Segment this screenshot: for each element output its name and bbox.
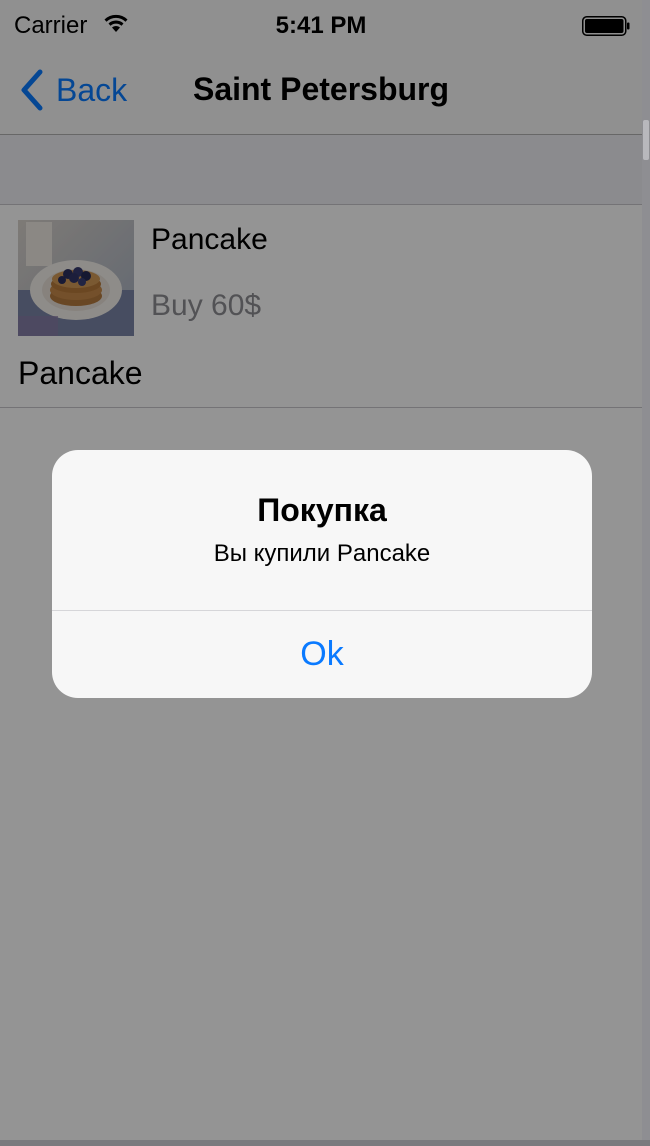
scrollbar-thumb[interactable] — [643, 120, 649, 160]
simulator-screen: Carrier 5:41 PM Back Saint Petersburg Pa… — [0, 0, 642, 1146]
purchase-alert: Покупка Вы купили Pancake Ok — [52, 450, 592, 698]
alert-message: Вы купили Pancake — [213, 540, 431, 567]
ok-button[interactable]: Ok — [52, 611, 592, 698]
window-bottom-edge — [0, 1140, 650, 1146]
alert-title: Покупка — [257, 492, 387, 528]
window-edge — [642, 0, 650, 1146]
